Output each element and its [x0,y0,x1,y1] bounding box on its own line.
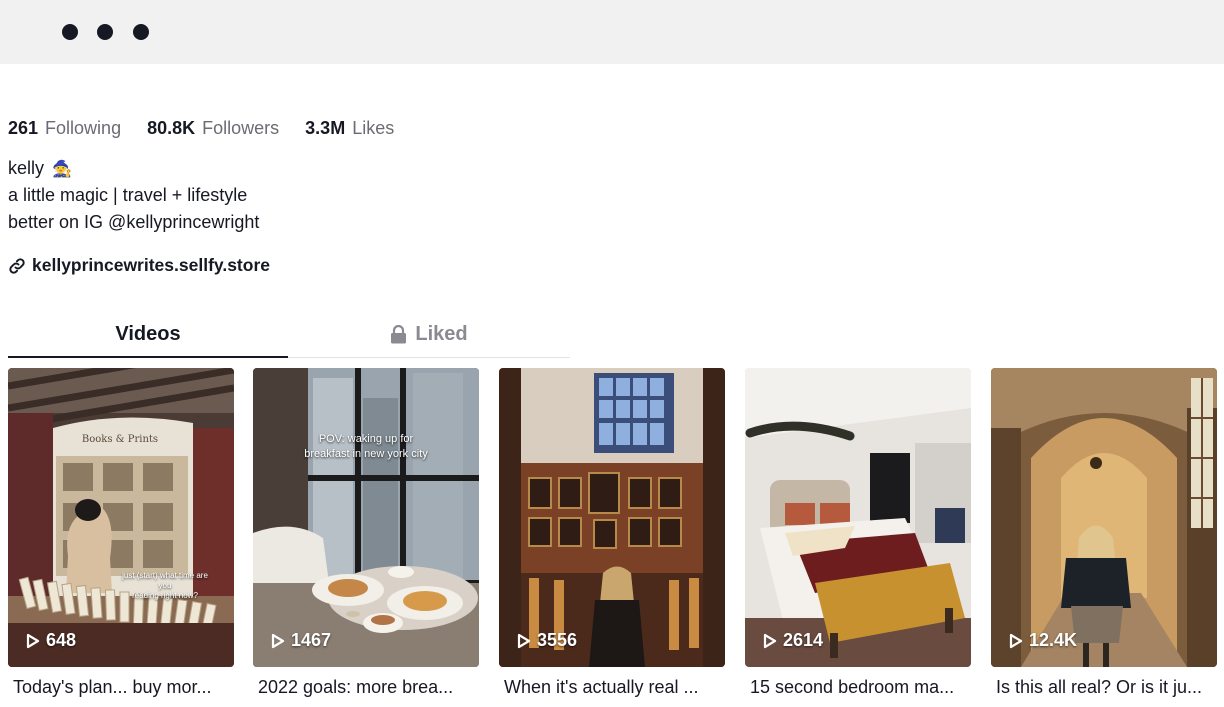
view-count-text: 3556 [537,630,578,650]
video-thumbnail[interactable]: 3556 [499,368,725,667]
tab-liked[interactable]: Liked [289,312,569,356]
play-icon [26,633,40,648]
view-count: 1467 [271,630,331,651]
bedroom-scene-image [745,368,971,667]
video-thumbnail[interactable]: Books & Prints just (start) what time ar… [8,368,234,667]
profile-link-text: kellyprincewrites.sellfy.store [32,255,270,275]
video-card[interactable]: 3556 When it's actually real ... [499,368,725,698]
video-caption[interactable]: When it's actually real ... [499,677,725,698]
video-thumbnail[interactable]: 2614 [745,368,971,667]
window-dot-icon[interactable] [62,24,78,40]
overlay-line: breakfast in new york city [304,448,428,460]
cloister-scene-image [991,368,1217,667]
wizard-emoji-icon: 🧙 [52,160,72,178]
video-card[interactable]: 2614 15 second bedroom ma... [745,368,971,698]
video-overlay-text: just (start) what time are you reading r… [120,571,210,601]
stat-label: Likes [352,118,395,138]
overlay-line: POV: waking up for [318,433,414,445]
stat-label: Following [45,118,122,138]
great-hall-scene-image [499,368,725,667]
view-count: 12.4K [1009,630,1077,651]
lock-icon [391,324,407,343]
breakfast-scene-image [253,368,479,667]
play-icon [763,633,777,648]
play-icon [517,633,531,648]
video-caption[interactable]: 15 second bedroom ma... [745,677,971,698]
video-caption[interactable]: Is this all real? Or is it ju... [991,677,1217,698]
tab-liked-label: Liked [415,322,468,345]
video-card[interactable]: POV: waking up for breakfast in new york… [253,368,479,698]
profile-link[interactable]: kellyprincewrites.sellfy.store [8,255,270,276]
play-icon [271,633,285,648]
tab-videos-label: Videos [115,322,181,345]
view-count-text: 2614 [783,630,824,650]
stat-likes: 3.3M Likes [305,118,394,139]
video-grid: Books & Prints just (start) what time ar… [8,368,1218,698]
profile-tabs: Videos Liked [8,312,570,358]
view-count: 648 [26,630,76,651]
bio-line: a little magic | travel + lifestyle [8,185,248,205]
video-card[interactable]: 12.4K Is this all real? Or is it ju... [991,368,1217,698]
video-overlay-text: POV: waking up for breakfast in new york… [283,432,449,462]
view-count-text: 648 [46,630,77,650]
signboard-text: Books & Prints [82,434,158,445]
stat-value: 261 [8,118,39,138]
video-thumbnail[interactable]: 12.4K [991,368,1217,667]
profile-stats: 261 Following 80.8K Followers 3.3M Likes [8,118,420,144]
video-thumbnail[interactable]: POV: waking up for breakfast in new york… [253,368,479,667]
view-count: 2614 [763,630,823,651]
profile-name-text: kelly [8,158,45,178]
stat-followers[interactable]: 80.8K Followers [147,118,279,139]
window-dot-icon[interactable] [97,24,113,40]
view-count-text: 12.4K [1029,630,1078,650]
view-count-text: 1467 [291,630,332,650]
video-caption[interactable]: Today's plan... buy mor... [8,677,234,698]
overlay-line: reading right now? [132,591,198,600]
active-tab-indicator [8,355,288,358]
view-count: 3556 [517,630,577,651]
link-icon [9,257,25,274]
bookshop-scene-image: Books & Prints [8,368,234,667]
window-dot-icon[interactable] [133,24,149,40]
profile-name: kelly 🧙 [8,158,72,179]
stat-following[interactable]: 261 Following [8,118,121,139]
tab-videos[interactable]: Videos [8,312,288,356]
bio-line: better on IG @kellyprincewright [8,212,260,232]
stat-value: 80.8K [147,118,196,138]
window-title-bar [0,0,1224,64]
play-icon [1009,633,1023,648]
stat-label: Followers [202,118,280,138]
video-caption[interactable]: 2022 goals: more brea... [253,677,479,698]
video-card[interactable]: Books & Prints just (start) what time ar… [8,368,234,698]
stat-value: 3.3M [305,118,346,138]
overlay-line: just (start) what time are you [122,571,208,590]
